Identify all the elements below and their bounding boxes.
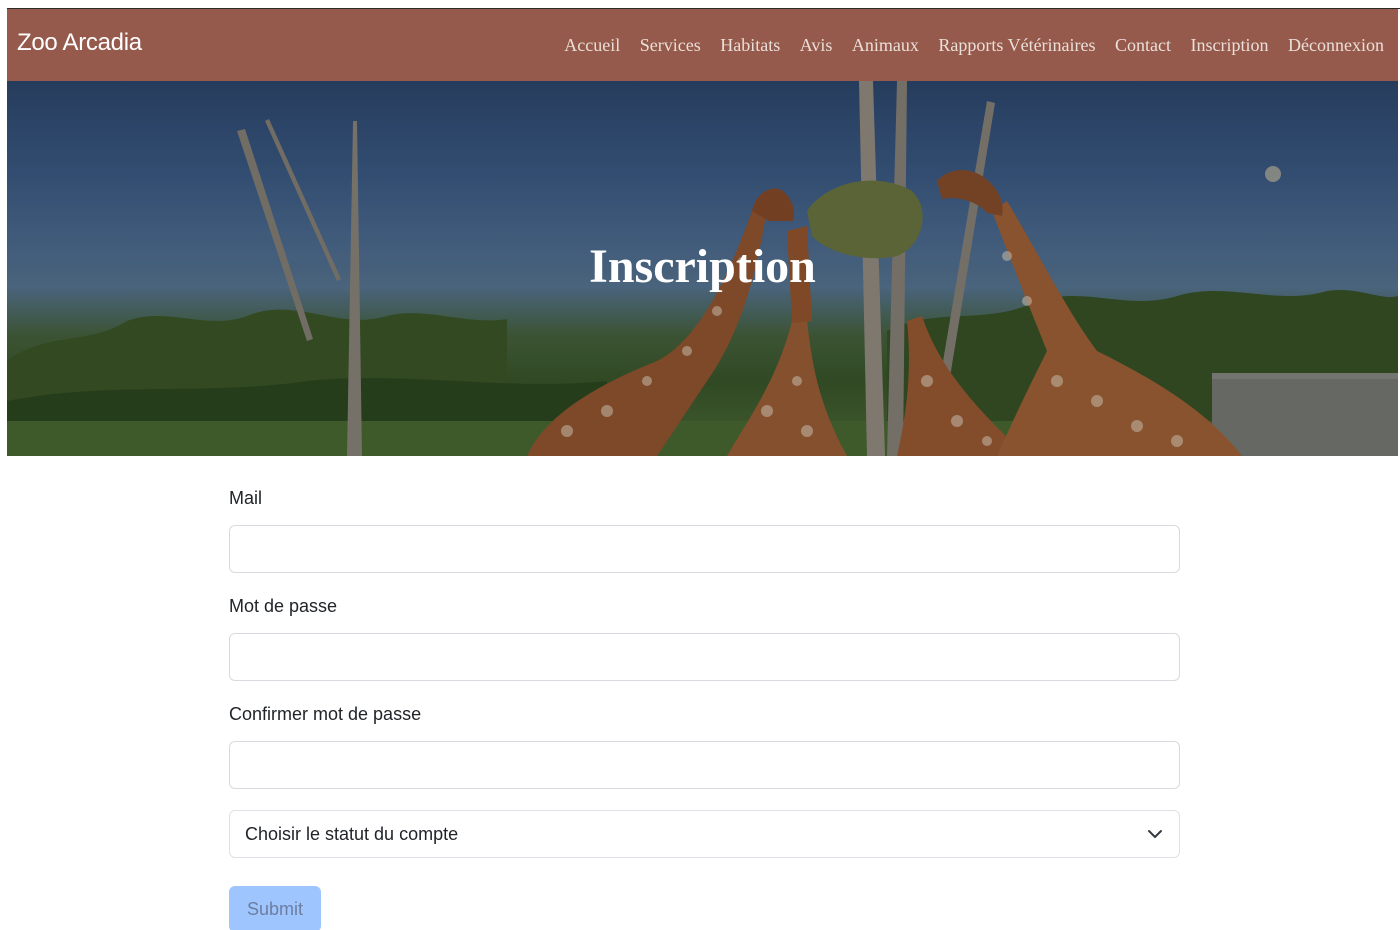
account-status-select[interactable]: Choisir le statut du compte bbox=[229, 810, 1180, 858]
password-input[interactable] bbox=[229, 633, 1180, 681]
navbar: Zoo Arcadia Accueil Services Habitats Av… bbox=[7, 9, 1398, 81]
confirm-password-label: Confirmer mot de passe bbox=[229, 704, 422, 724]
nav-link-deconnexion[interactable]: Déconnexion bbox=[1288, 35, 1384, 56]
nav-link-rapports[interactable]: Rapports Vétérinaires bbox=[938, 35, 1095, 56]
mail-input[interactable] bbox=[229, 525, 1180, 573]
submit-button[interactable]: Submit bbox=[229, 886, 321, 930]
nav-link-contact[interactable]: Contact bbox=[1115, 35, 1171, 56]
nav-links: Accueil Services Habitats Avis Animaux R… bbox=[545, 35, 1384, 56]
brand-logo[interactable]: Zoo Arcadia bbox=[17, 29, 142, 57]
nav-link-animaux[interactable]: Animaux bbox=[852, 35, 919, 56]
nav-link-habitats[interactable]: Habitats bbox=[720, 35, 780, 56]
password-label: Mot de passe bbox=[229, 596, 338, 616]
nav-link-inscription[interactable]: Inscription bbox=[1191, 35, 1269, 56]
nav-link-accueil[interactable]: Accueil bbox=[564, 35, 620, 56]
window-top-strip bbox=[0, 0, 1400, 9]
account-status-value: Choisir le statut du compte bbox=[245, 823, 459, 844]
chevron-down-icon bbox=[1148, 830, 1162, 838]
hero-banner: Inscription bbox=[7, 81, 1398, 456]
nav-link-avis[interactable]: Avis bbox=[800, 35, 833, 56]
mail-label: Mail bbox=[229, 488, 263, 508]
mail-group: Mail bbox=[229, 488, 1180, 573]
password-group: Mot de passe bbox=[229, 596, 1180, 681]
confirm-password-group: Confirmer mot de passe bbox=[229, 704, 1180, 789]
page-title: Inscription bbox=[589, 240, 816, 293]
nav-link-services[interactable]: Services bbox=[640, 35, 701, 56]
confirm-password-input[interactable] bbox=[229, 741, 1180, 789]
